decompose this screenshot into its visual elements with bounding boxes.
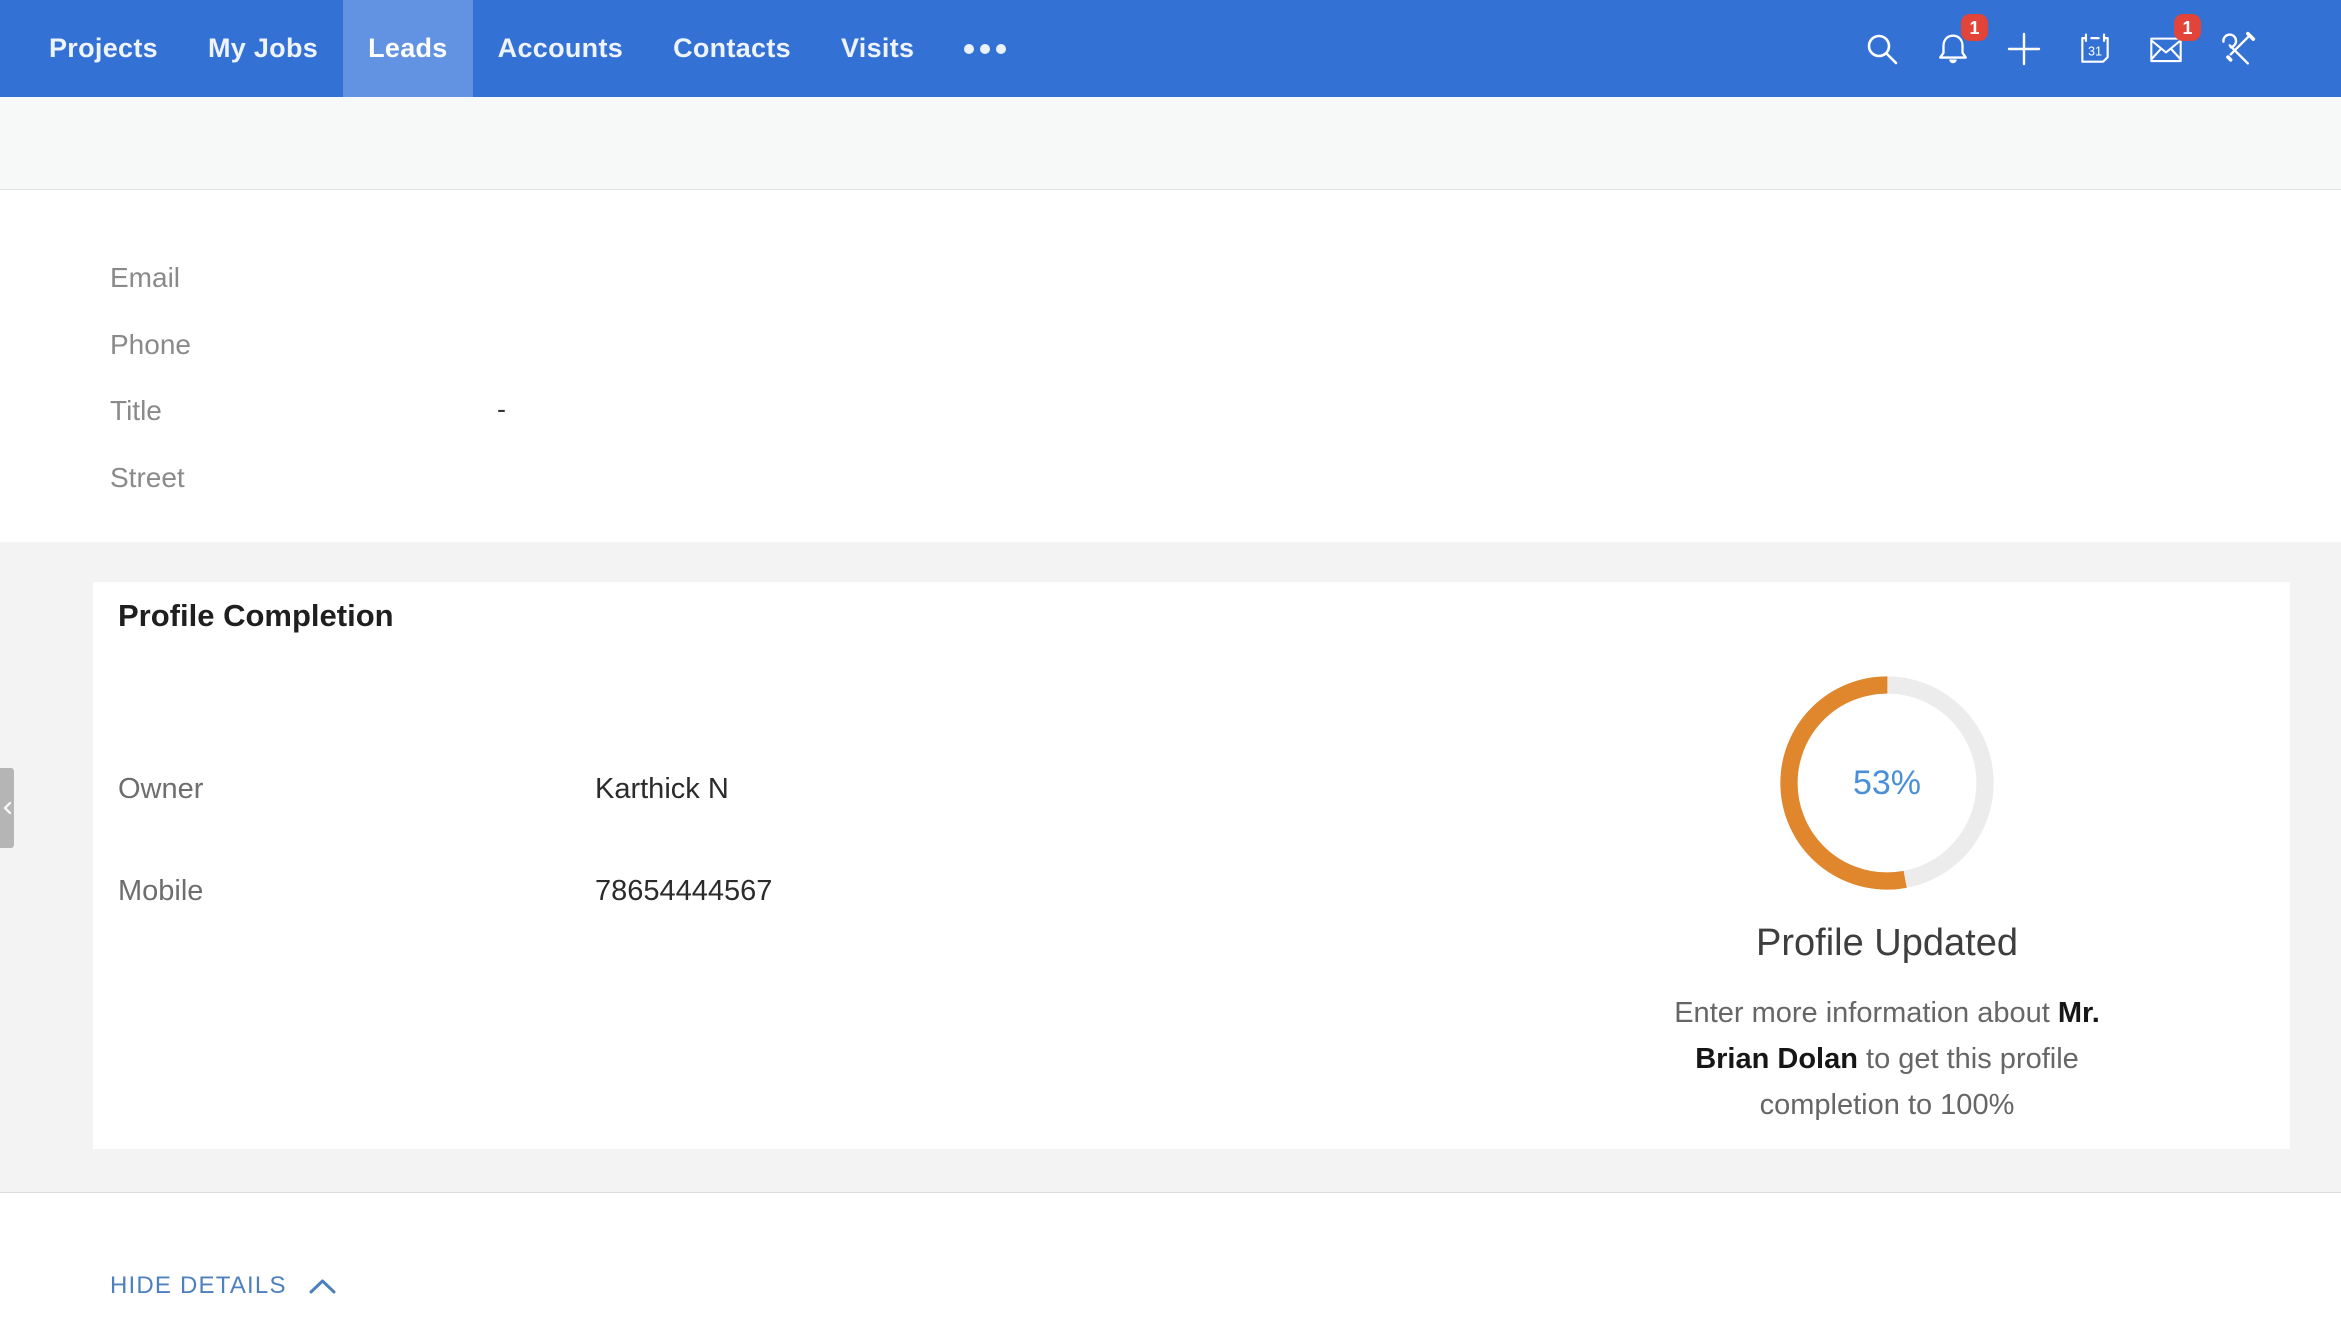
profile-completion-card: Profile Completion Owner Karthick N Mobi… (93, 582, 2290, 1149)
hide-details-toggle[interactable]: HIDE DETAILS (110, 1272, 336, 1300)
tools-wrench-icon[interactable] (2218, 0, 2256, 97)
record-header: B 0 Brian Dolan - Villa Margarita Send E… (0, 97, 2341, 190)
nav-item-projects[interactable]: Projects (24, 0, 183, 97)
hide-details-label: HIDE DETAILS (110, 1272, 287, 1300)
notifications-bell-icon[interactable]: 1 (1934, 0, 1972, 97)
footer-panel: HIDE DETAILS (0, 1193, 2341, 1320)
nav-overflow-ellipsis-icon[interactable] (939, 0, 1031, 97)
detail-fields-panel: - Email Phone Title Street (0, 190, 2341, 542)
profile-completion-donut: 53% (1769, 665, 2005, 901)
owner-value: Karthick N (595, 773, 729, 806)
owner-label: Owner (118, 773, 203, 806)
nav-item-accounts[interactable]: Accounts (473, 0, 648, 97)
field-label-phone: Phone (110, 329, 191, 361)
mail-envelope-icon[interactable]: 1 (2147, 0, 2185, 97)
notifications-badge: 1 (1961, 14, 1988, 41)
nav-item-contacts[interactable]: Contacts (648, 0, 816, 97)
top-navbar: Projects My Jobs Leads Accounts Contacts… (0, 0, 2341, 97)
completion-percent: 53% (1769, 665, 2005, 901)
chevron-left-icon (3, 801, 12, 815)
add-plus-icon[interactable] (2005, 0, 2043, 97)
calendar-icon[interactable]: 31 (2076, 0, 2114, 97)
navbar-icon-group: 1 31 1 (1863, 0, 2256, 97)
field-label-title: Title (110, 395, 162, 427)
nav-item-leads[interactable]: Leads (343, 0, 473, 97)
sidebar-collapse-handle[interactable] (0, 768, 14, 848)
calendar-day-label: 31 (2088, 44, 2102, 58)
search-icon[interactable] (1863, 0, 1901, 97)
truncated-field-value: - (497, 394, 506, 425)
nav-item-my-jobs[interactable]: My Jobs (183, 0, 343, 97)
profile-status-title: Profile Updated (1557, 922, 2217, 965)
profile-status-description: Enter more information about Mr. Brian D… (1652, 990, 2122, 1128)
field-label-street: Street (110, 462, 185, 494)
mobile-value: 78654444567 (595, 875, 772, 908)
nav-item-visits[interactable]: Visits (816, 0, 939, 97)
card-title: Profile Completion (118, 598, 394, 634)
field-label-email: Email (110, 262, 180, 294)
mail-badge: 1 (2174, 14, 2201, 41)
mobile-label: Mobile (118, 875, 203, 908)
chevron-up-icon (309, 1278, 336, 1294)
